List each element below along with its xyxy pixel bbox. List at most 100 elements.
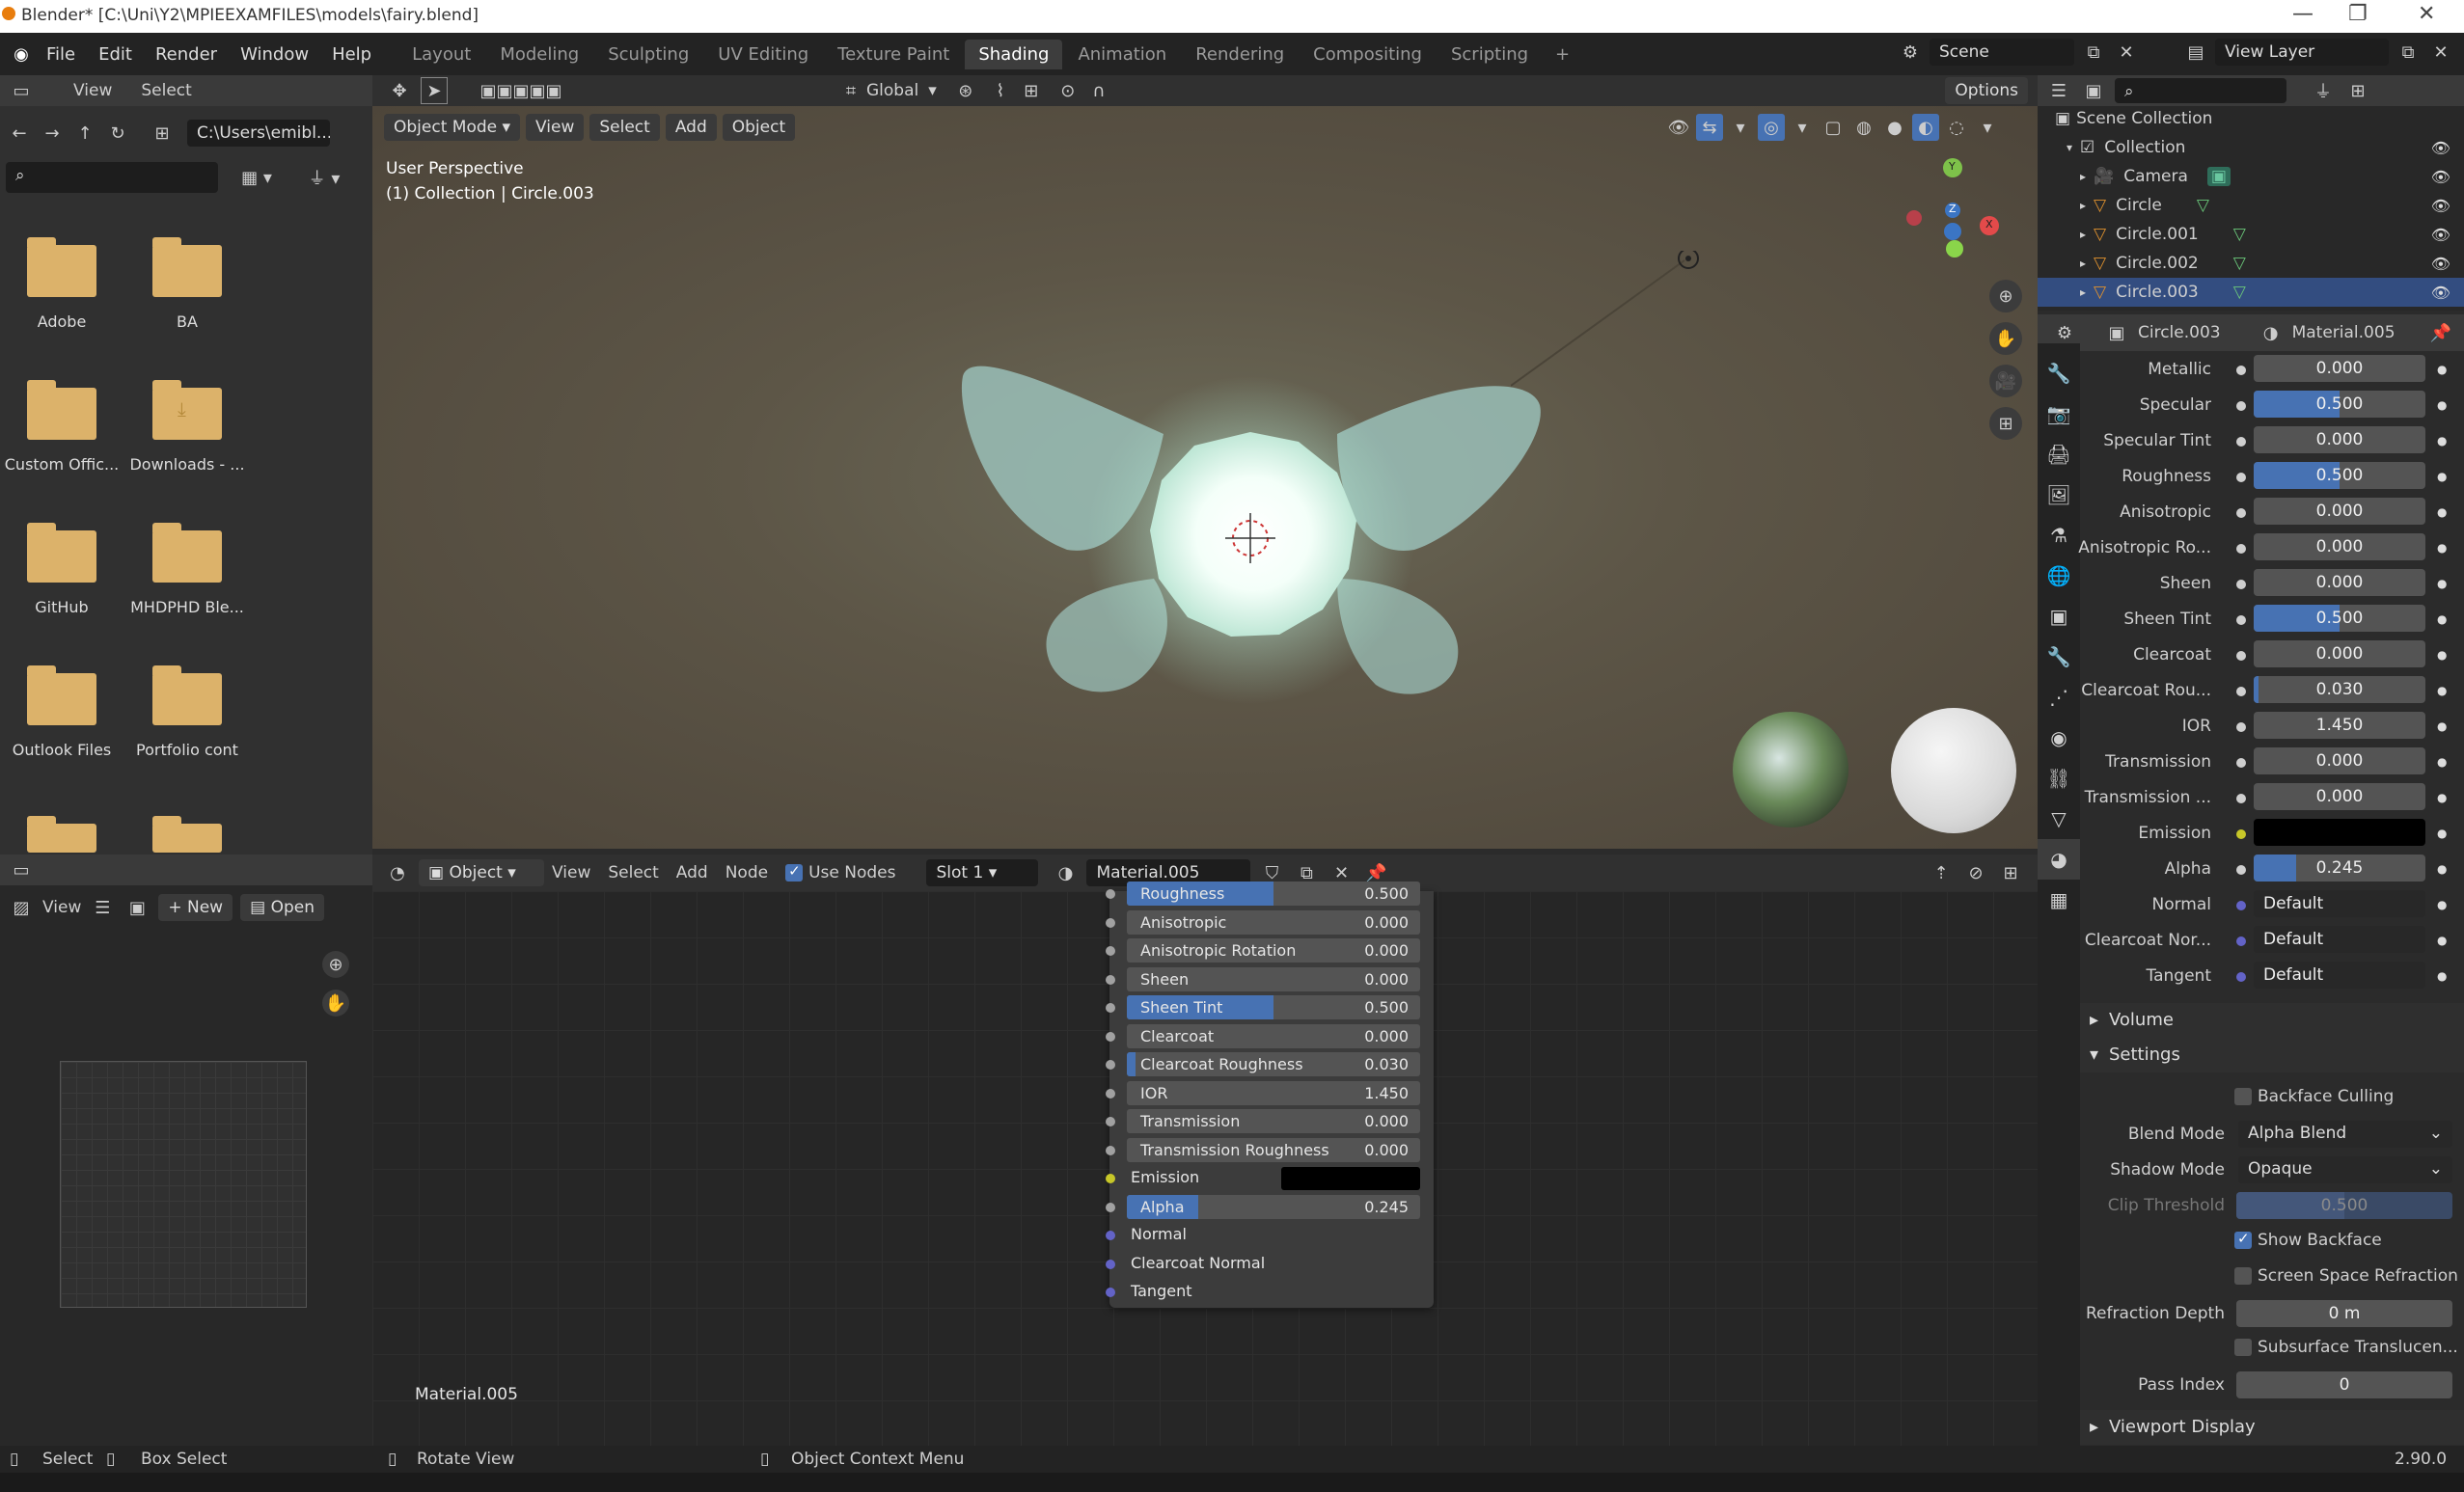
socket-icon[interactable]: [1106, 1288, 1115, 1297]
keyframe-dot-icon[interactable]: ●: [2437, 791, 2447, 804]
tab-shading[interactable]: Shading: [965, 39, 1063, 69]
keyframe-dot-icon[interactable]: ●: [2437, 541, 2447, 555]
image-browse-icon[interactable]: ▣: [123, 894, 151, 921]
physics-tab-icon[interactable]: ◉: [2038, 718, 2080, 758]
3d-viewport[interactable]: Object Mode ▾ View Select Add Object 👁 ⇆…: [372, 106, 2038, 849]
node-socket-row[interactable]: IOR 1.450: [1106, 1079, 1434, 1107]
viewport-menu-select[interactable]: Select: [589, 114, 660, 141]
outliner-item-circle[interactable]: ▸ ▽ Circle ▽ 👁: [2038, 191, 2464, 220]
node-input-roughness[interactable]: Roughness 0.500: [1127, 882, 1420, 906]
tab-layout[interactable]: Layout: [398, 40, 484, 69]
keyframe-dot-icon[interactable]: ●: [2437, 470, 2447, 483]
select-mode-icons[interactable]: ▣▣▣▣▣: [463, 77, 579, 104]
gizmo-dropdown-icon[interactable]: ▾: [1727, 114, 1754, 141]
node-input-anisotropic[interactable]: Anisotropic 0.000: [1127, 909, 1420, 935]
socket-icon[interactable]: [2236, 473, 2246, 482]
tool-tab-icon[interactable]: 🔧: [2038, 353, 2080, 393]
socket-icon[interactable]: [1106, 946, 1115, 956]
socket-icon[interactable]: [1106, 1202, 1115, 1212]
parent-dir-icon[interactable]: ↑: [71, 120, 98, 147]
fairy-object[interactable]: [913, 231, 1588, 772]
keyframe-dot-icon[interactable]: ●: [2437, 434, 2447, 448]
new-folder-icon[interactable]: ⊞: [149, 120, 176, 147]
visibility-eye-icon[interactable]: 👁: [2431, 284, 2450, 302]
node-socket-row[interactable]: Anisotropic 0.000: [1106, 909, 1434, 936]
overlay-dropdown-icon[interactable]: ▾: [1789, 114, 1816, 141]
socket-icon[interactable]: [2236, 829, 2246, 839]
file-browser-select-menu[interactable]: Select: [141, 81, 191, 100]
outliner-type-icon[interactable]: ☰: [2045, 77, 2072, 104]
socket-icon[interactable]: [1106, 1174, 1115, 1183]
transform-tool-icon[interactable]: ✥: [386, 77, 413, 104]
property-slider[interactable]: 0.030: [2254, 676, 2425, 703]
emission-color-swatch[interactable]: [1281, 1167, 1420, 1190]
keyframe-dot-icon[interactable]: ●: [2437, 934, 2447, 947]
backface-culling-checkbox[interactable]: Backface Culling: [2234, 1087, 2394, 1106]
tab-scripting[interactable]: Scripting: [1437, 40, 1542, 69]
transform-orientation[interactable]: Global: [866, 81, 918, 100]
snap-icon[interactable]: ⌇: [987, 77, 1014, 104]
object-tab-icon[interactable]: ▣: [2038, 596, 2080, 637]
material-tab-icon[interactable]: ◕: [2038, 839, 2080, 880]
property-slider[interactable]: 0.000: [2254, 355, 2425, 382]
new-scene-icon[interactable]: ⧉: [2080, 39, 2107, 66]
delete-view-layer-icon[interactable]: ✕: [2427, 39, 2454, 66]
editor-type-icon[interactable]: ▭: [8, 77, 35, 104]
viewport-display-panel-header[interactable]: ▸ Viewport Display: [2080, 1410, 2464, 1445]
blend-mode-dropdown[interactable]: Alpha Blend ⌄: [2238, 1121, 2452, 1148]
visibility-eye-icon[interactable]: 👁: [2431, 226, 2450, 244]
node-socket-row[interactable]: Alpha 0.245: [1106, 1193, 1434, 1221]
path-field[interactable]: C:\Users\emibl...: [187, 120, 330, 147]
socket-icon[interactable]: [1106, 1145, 1115, 1155]
disclosure-triangle-icon[interactable]: ▸: [2080, 199, 2086, 212]
keyframe-dot-icon[interactable]: ●: [2437, 648, 2447, 662]
tab-texture-paint[interactable]: Texture Paint: [824, 40, 963, 69]
node-socket-row[interactable]: Clearcoat 0.000: [1106, 1022, 1434, 1050]
tab-rendering[interactable]: Rendering: [1182, 40, 1298, 69]
keyframe-dot-icon[interactable]: ●: [2437, 612, 2447, 626]
gizmo-neg-y-axis[interactable]: [1946, 240, 1963, 258]
keyframe-dot-icon[interactable]: ●: [2437, 363, 2447, 376]
property-slider[interactable]: 0.000: [2254, 533, 2425, 560]
properties-type-icon[interactable]: ⚙: [2051, 319, 2078, 346]
uv-grid[interactable]: [60, 1061, 307, 1308]
keyframe-dot-icon[interactable]: ●: [2437, 719, 2447, 733]
open-image-button[interactable]: ▤ Open: [240, 894, 324, 921]
socket-icon[interactable]: [2236, 687, 2246, 696]
viewport-menu-object[interactable]: Object: [722, 114, 796, 141]
image-mode-icon[interactable]: ▨: [8, 894, 35, 921]
keyframe-dot-icon[interactable]: ●: [2437, 577, 2447, 590]
screen-space-refraction-checkbox[interactable]: Screen Space Refraction: [2234, 1266, 2458, 1286]
folder-item[interactable]: GitHub: [0, 523, 129, 616]
file-browser-view-menu[interactable]: View: [73, 81, 112, 100]
viewport-menu-view[interactable]: View: [526, 114, 585, 141]
keyframe-dot-icon[interactable]: ●: [2437, 684, 2447, 697]
menu-item-render[interactable]: Render: [144, 44, 229, 65]
file-search-input[interactable]: ⌕: [6, 162, 218, 193]
node-snap-icon[interactable]: ⊘: [1962, 859, 1989, 886]
material-shading-icon[interactable]: ◐: [1912, 114, 1939, 141]
node-input-clearcoat[interactable]: Clearcoat 0.000: [1127, 1023, 1420, 1048]
folder-item[interactable]: MHDPHD Ble...: [120, 523, 255, 616]
parent-node-tree-icon[interactable]: ⇡: [1928, 859, 1955, 886]
viewport-menu-add[interactable]: Add: [665, 114, 717, 141]
tab-animation[interactable]: Animation: [1064, 40, 1180, 69]
folder-item[interactable]: ⤓ Downloads - ...: [120, 380, 255, 474]
visibility-icon[interactable]: 👁: [1665, 114, 1692, 141]
tab-compositing[interactable]: Compositing: [1300, 40, 1436, 69]
folder-item[interactable]: Outlook Files: [0, 665, 129, 759]
visibility-eye-icon[interactable]: 👁: [2431, 168, 2450, 186]
wireframe-shading-icon[interactable]: ◍: [1850, 114, 1877, 141]
pan-hand-icon[interactable]: ✋: [322, 990, 349, 1017]
shadow-mode-dropdown[interactable]: Opaque ⌄: [2238, 1156, 2452, 1183]
disclosure-triangle-icon[interactable]: ▸: [2080, 257, 2086, 270]
keyframe-dot-icon[interactable]: ●: [2437, 862, 2447, 876]
node-socket-row[interactable]: Anisotropic Rotation 0.000: [1106, 936, 1434, 964]
maximize-button[interactable]: ❐: [2348, 2, 2368, 26]
keyframe-dot-icon[interactable]: ●: [2437, 898, 2447, 911]
socket-icon[interactable]: [1106, 1060, 1115, 1070]
socket-icon[interactable]: [2236, 580, 2246, 589]
property-slider[interactable]: 0.500: [2254, 391, 2425, 418]
select-tool-icon[interactable]: ➤: [421, 77, 448, 104]
editor-type-icon[interactable]: ▭: [8, 856, 35, 883]
